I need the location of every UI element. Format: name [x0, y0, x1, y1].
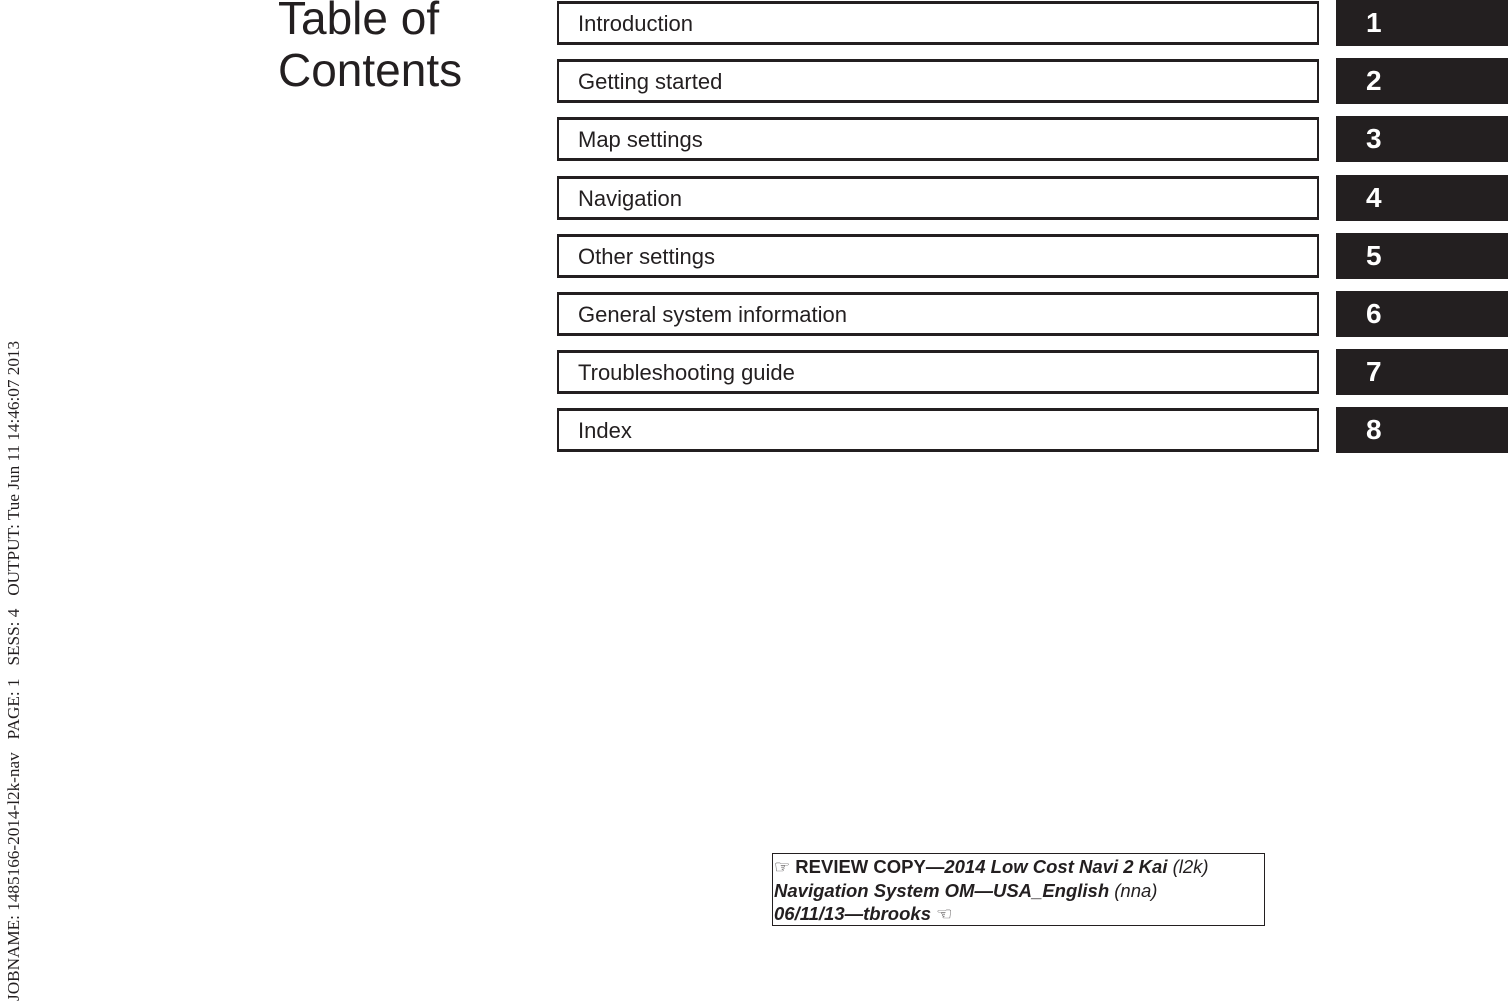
chapter-tab-3[interactable]: 3	[1336, 116, 1508, 162]
pointing-hand-left-icon: ☜	[936, 904, 953, 924]
toc-row-getting-started: Getting started 2	[557, 58, 1508, 104]
toc-row-troubleshooting-guide: Troubleshooting guide 7	[557, 349, 1508, 395]
chapter-tab-2[interactable]: 2	[1336, 58, 1508, 104]
pointing-hand-right-icon: ☞	[774, 857, 791, 877]
toc-row-index: Index 8	[557, 407, 1508, 453]
chapter-number: 3	[1366, 123, 1382, 154]
toc-label: Index	[578, 418, 632, 443]
toc-label: Getting started	[578, 69, 723, 94]
chapter-tab-6[interactable]: 6	[1336, 291, 1508, 337]
toc-label: Introduction	[578, 11, 693, 36]
slug-text: JOBNAME: 1485166-2014-l2k-nav PAGE: 1 SE…	[4, 340, 23, 1001]
toc-label: Navigation	[578, 186, 682, 211]
date-author: 06/11/13—tbrooks	[774, 903, 931, 924]
chapter-number: 6	[1366, 298, 1382, 329]
toc-link-map-settings[interactable]: Map settings	[557, 117, 1319, 161]
toc-link-introduction[interactable]: Introduction	[557, 1, 1319, 45]
manual-name: Navigation System OM—USA_English	[774, 880, 1110, 901]
chapter-number: 4	[1366, 182, 1382, 213]
chapter-tab-5[interactable]: 5	[1336, 233, 1508, 279]
toc-label: Map settings	[578, 127, 703, 152]
page-title-line-1: Table of	[278, 0, 440, 44]
toc-link-general-system-information[interactable]: General system information	[557, 292, 1319, 336]
page-title-line-2: Contents	[278, 44, 463, 96]
stamp-line-2: Navigation System OM—USA_English (nna)	[774, 879, 1264, 902]
toc-link-navigation[interactable]: Navigation	[557, 176, 1319, 220]
toc-label: Other settings	[578, 244, 715, 269]
toc-link-troubleshooting-guide[interactable]: Troubleshooting guide	[557, 350, 1319, 394]
toc-row-general-system-information: General system information 6	[557, 291, 1508, 337]
chapter-number: 7	[1366, 356, 1382, 387]
region-code: (nna)	[1114, 880, 1158, 901]
chapter-number: 1	[1366, 7, 1382, 38]
chapter-number: 5	[1366, 240, 1382, 271]
toc-label: General system information	[578, 302, 847, 327]
chapter-number: 8	[1366, 414, 1382, 445]
page-title: Table of Contents	[278, 0, 462, 96]
print-slug: JOBNAME: 1485166-2014-l2k-nav PAGE: 1 SE…	[0, 0, 28, 1003]
toc-row-navigation: Navigation 4	[557, 175, 1508, 221]
toc-link-other-settings[interactable]: Other settings	[557, 234, 1319, 278]
toc-row-introduction: Introduction 1	[557, 0, 1508, 46]
review-copy-label: REVIEW COPY—	[795, 856, 945, 877]
toc-link-getting-started[interactable]: Getting started	[557, 59, 1319, 103]
stamp-line-3: 06/11/13—tbrooks ☜	[774, 902, 1264, 926]
chapter-tab-7[interactable]: 7	[1336, 349, 1508, 395]
toc-row-other-settings: Other settings 5	[557, 233, 1508, 279]
toc-label: Troubleshooting guide	[578, 360, 795, 385]
chapter-tab-1[interactable]: 1	[1336, 0, 1508, 46]
toc-link-index[interactable]: Index	[557, 408, 1319, 452]
chapter-tab-4[interactable]: 4	[1336, 175, 1508, 221]
stamp-line-1: ☞ REVIEW COPY—2014 Low Cost Navi 2 Kai (…	[774, 855, 1264, 879]
product-code: (l2k)	[1172, 856, 1209, 877]
product-name: 2014 Low Cost Navi 2 Kai	[944, 856, 1168, 877]
chapter-number: 2	[1366, 65, 1382, 96]
review-copy-stamp: ☞ REVIEW COPY—2014 Low Cost Navi 2 Kai (…	[772, 853, 1265, 926]
chapter-tab-8[interactable]: 8	[1336, 407, 1508, 453]
toc-row-map-settings: Map settings 3	[557, 116, 1508, 162]
